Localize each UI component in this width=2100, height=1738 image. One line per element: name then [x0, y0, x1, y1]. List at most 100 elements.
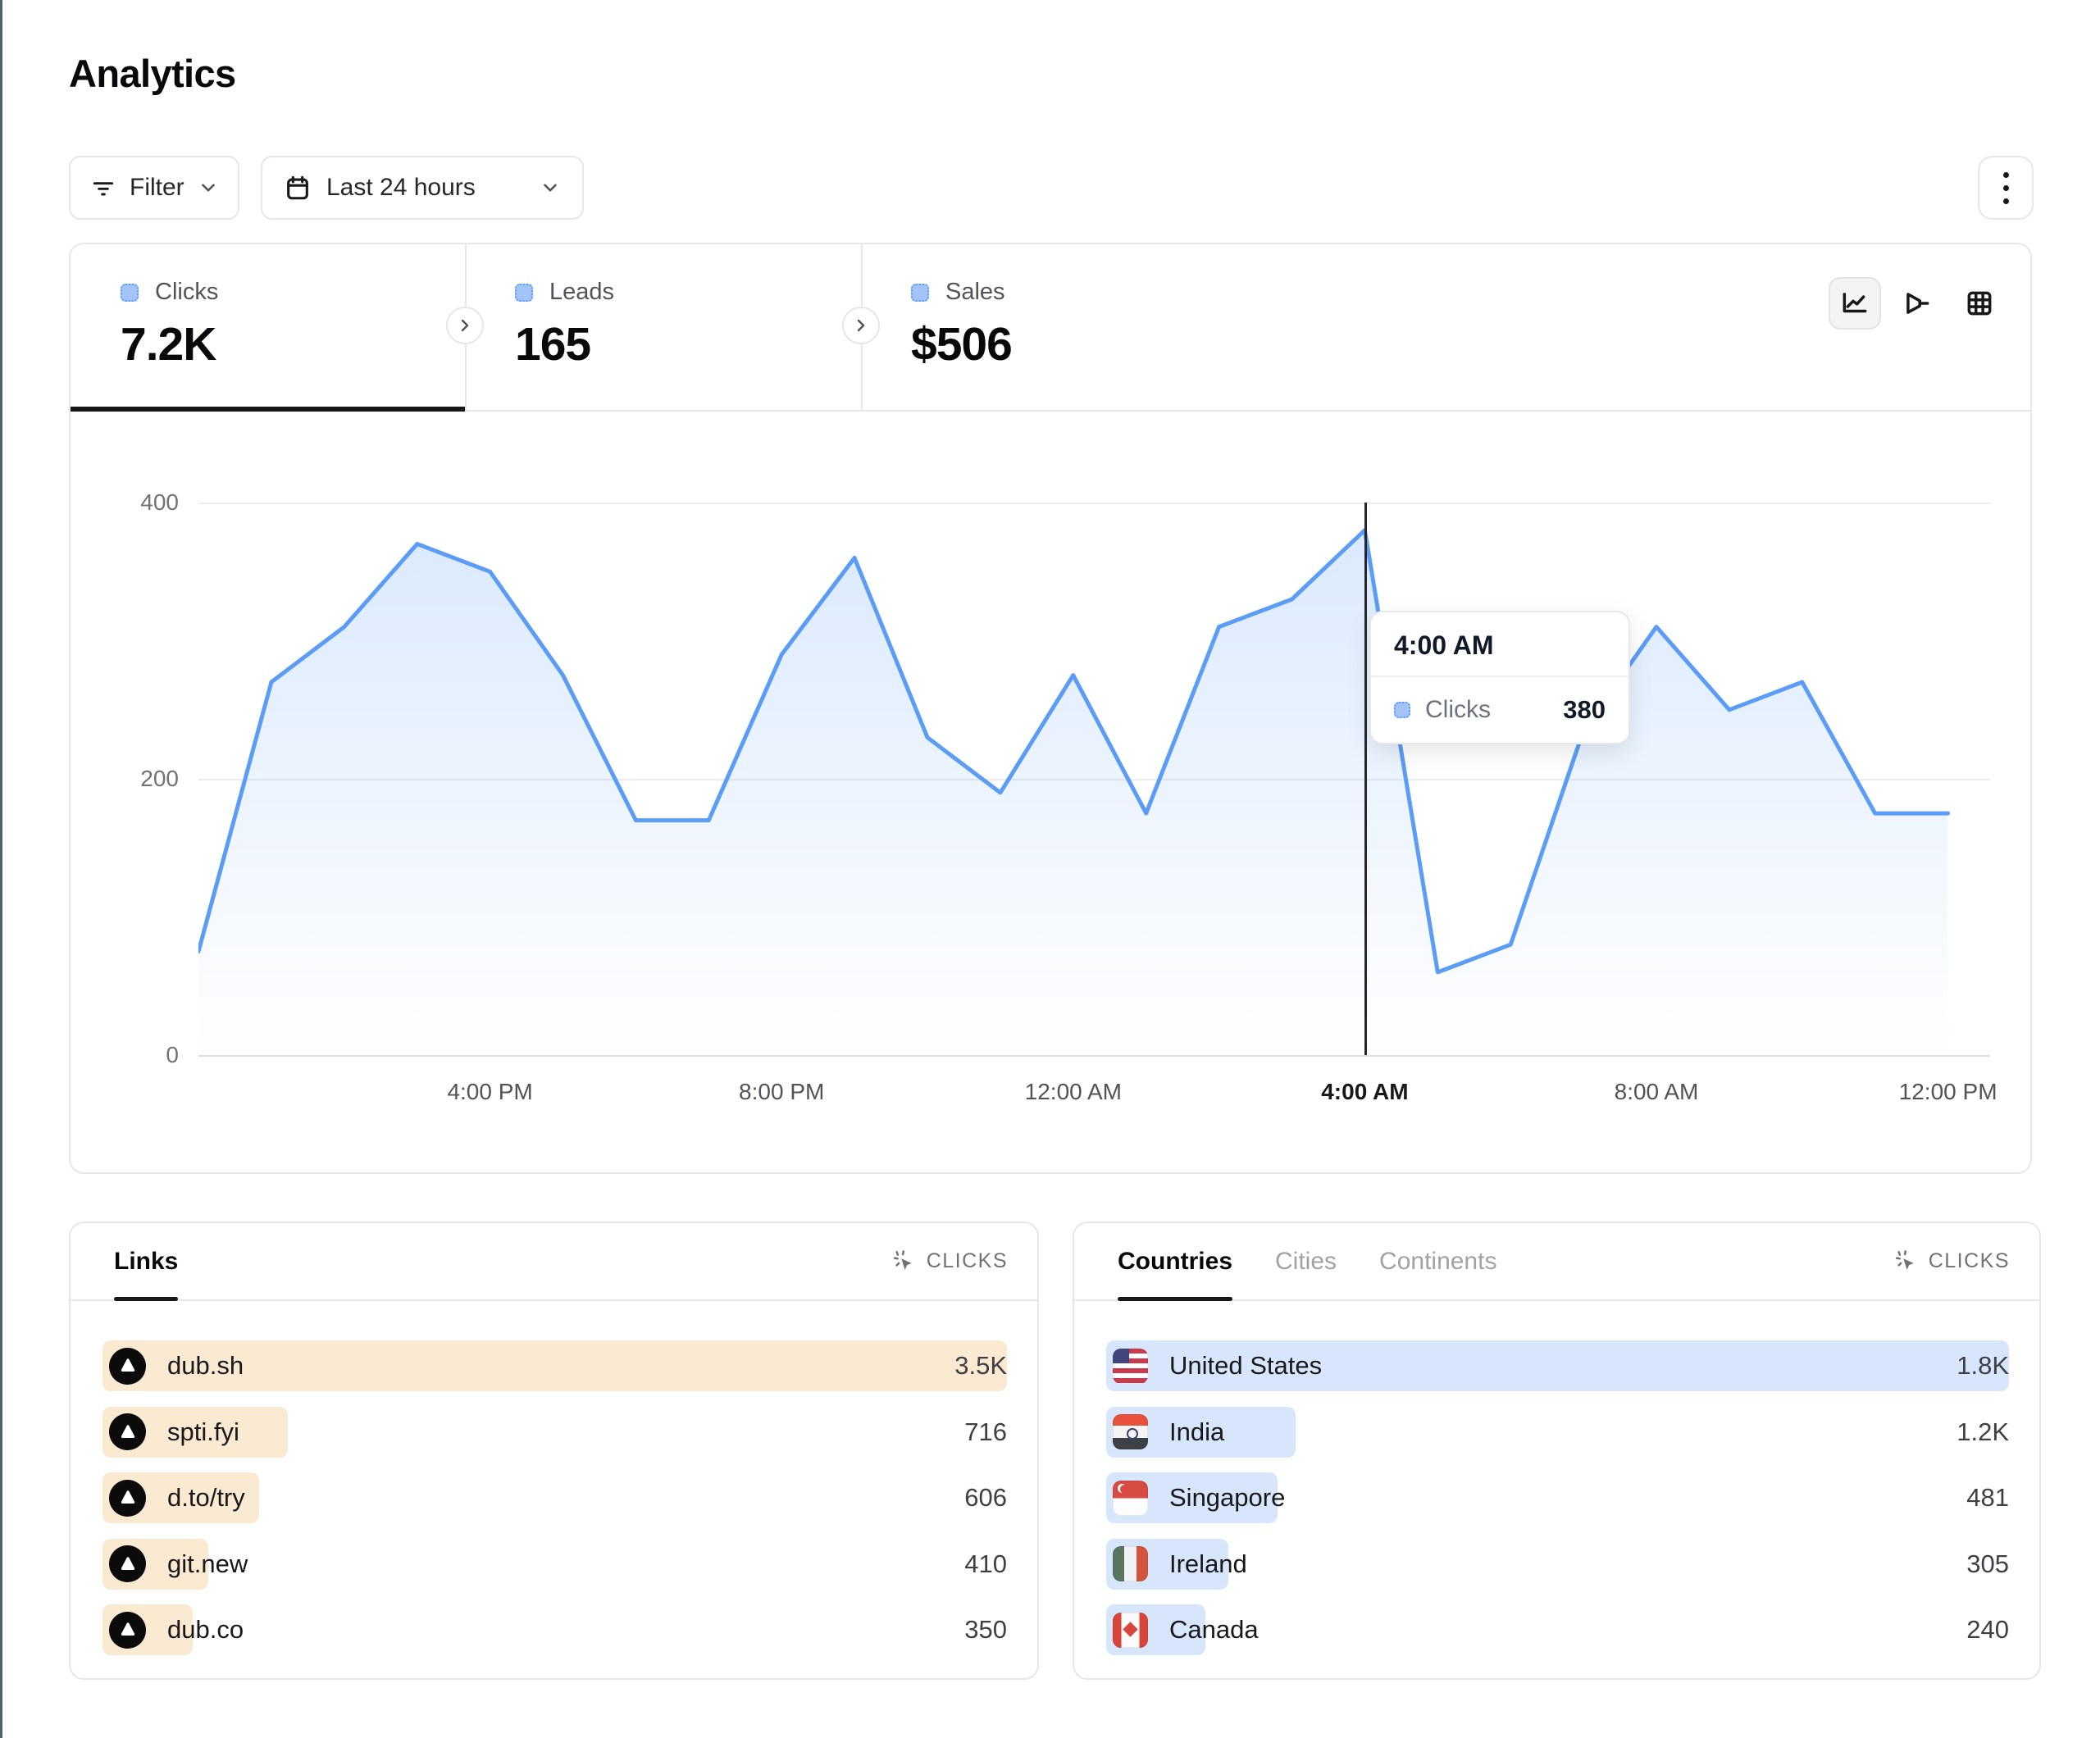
row-value: 1.2K	[1957, 1407, 2009, 1458]
list-item-dub-sh[interactable]: dub.sh 3.5K	[102, 1340, 1007, 1391]
stat-tab-clicks[interactable]: Clicks7.2K	[71, 244, 465, 412]
x-axis-label: 12:00 AM	[1025, 1079, 1122, 1105]
stat-label: Leads	[549, 279, 614, 306]
chart-type-toggle-group	[1829, 277, 2006, 330]
row-value: 350	[964, 1604, 1007, 1655]
more-options-button[interactable]	[1978, 156, 2034, 220]
line-chart-toggle-button[interactable]	[1829, 277, 1881, 330]
grid-table-icon	[1964, 288, 1995, 319]
row-value: 3.5K	[954, 1340, 1007, 1391]
dub-logo-icon	[109, 1612, 146, 1649]
tooltip-time: 4:00 AM	[1371, 612, 1629, 677]
row-value: 1.8K	[1957, 1340, 2009, 1391]
row-value: 606	[964, 1472, 1007, 1523]
dub-logo-icon	[109, 1480, 146, 1517]
row-value: 481	[1966, 1472, 2009, 1523]
x-axis-label: 12:00 PM	[1899, 1079, 1998, 1105]
funnel-chart-toggle-button[interactable]	[1891, 277, 1943, 330]
row-label: spti.fyi	[167, 1417, 239, 1447]
row-value: 716	[964, 1407, 1007, 1458]
stat-value: 165	[515, 317, 861, 371]
tab-links-label: Links	[114, 1248, 178, 1276]
countries-panel-header: Countries Cities Continents CLICKS	[1074, 1223, 2039, 1301]
filter-button[interactable]: Filter	[69, 156, 239, 220]
links-panel-header: Links CLICKS	[71, 1223, 1037, 1301]
analytics-page: Analytics Filter Last 24 hours	[0, 0, 2100, 1738]
row-label: dub.co	[167, 1615, 244, 1645]
tab-cities[interactable]: Cities	[1275, 1223, 1337, 1299]
dub-logo-icon	[109, 1413, 146, 1450]
list-item-dub-co[interactable]: dub.co 350	[102, 1604, 1007, 1655]
clicks-legend-swatch	[121, 284, 139, 302]
window-edge-strip	[0, 0, 2, 1738]
x-axis-label: 4:00 PM	[447, 1079, 532, 1105]
list-item-united-states[interactable]: United States1.8K	[1106, 1340, 2009, 1391]
tab-label: Continents	[1379, 1248, 1496, 1276]
y-axis-label: 200	[105, 766, 179, 792]
date-range-button[interactable]: Last 24 hours	[261, 156, 584, 220]
filter-button-label: Filter	[130, 174, 184, 202]
list-item-ireland[interactable]: Ireland305	[1106, 1539, 2009, 1590]
flag-ca-icon	[1113, 1613, 1148, 1648]
stat-value: $506	[911, 317, 1353, 371]
row-label: Singapore	[1169, 1483, 1285, 1513]
list-item-d-to-try[interactable]: d.to/try 606	[102, 1472, 1007, 1523]
chevron-right-icon	[455, 316, 475, 335]
tooltip-series-label: Clicks	[1425, 696, 1491, 724]
list-item-git-new[interactable]: git.new410	[102, 1539, 1007, 1590]
clicks-legend-swatch	[1394, 702, 1410, 718]
tab-countries[interactable]: Countries	[1118, 1223, 1232, 1299]
list-item-india[interactable]: India 1.2K	[1106, 1407, 2009, 1458]
row-label: dub.sh	[167, 1351, 244, 1381]
list-item-singapore[interactable]: Singapore 481	[1106, 1472, 2009, 1523]
analytics-chart-card: Clicks7.2K Leads 165 Sales $506 4:00 AM Clic…	[69, 243, 2032, 1174]
clicks-timeseries-chart[interactable]: 4:00 AM Clicks 380 02004004:00 PM8:00 PM…	[71, 412, 2030, 1174]
tooltip-series-row: Clicks 380	[1371, 677, 1629, 743]
countries-panel: Countries Cities Continents CLICKS United …	[1073, 1222, 2041, 1680]
stat-tab-leads[interactable]: Leads 165	[465, 244, 861, 412]
funnel-chart-icon	[1902, 288, 1933, 319]
kebab-dot	[2003, 198, 2009, 204]
leads-legend-swatch	[515, 284, 533, 302]
chevron-right-icon	[851, 316, 871, 335]
chart-crosshair	[1364, 503, 1367, 1055]
row-label: d.to/try	[167, 1483, 245, 1513]
kebab-dot	[2003, 172, 2009, 178]
chevron-down-icon	[198, 177, 219, 198]
links-metric-label: CLICKS	[927, 1249, 1008, 1273]
x-axis-label: 8:00 PM	[739, 1079, 824, 1105]
row-value: 240	[1966, 1604, 2009, 1655]
chevron-down-icon	[540, 177, 561, 198]
stat-label: Sales	[945, 279, 1005, 306]
flag-ie-icon	[1113, 1546, 1148, 1581]
links-metric-selector[interactable]: CLICKS	[892, 1249, 1008, 1274]
flag-us-icon	[1113, 1349, 1148, 1384]
tab-continents[interactable]: Continents	[1379, 1223, 1496, 1299]
row-label: India	[1169, 1417, 1224, 1447]
row-label: Ireland	[1169, 1549, 1247, 1579]
cursor-click-icon	[1894, 1249, 1919, 1274]
cursor-click-icon	[892, 1249, 917, 1274]
flag-sg-icon	[1113, 1481, 1148, 1516]
y-axis-label: 0	[105, 1042, 179, 1068]
table-toggle-button[interactable]	[1953, 277, 2006, 330]
row-label: Canada	[1169, 1615, 1259, 1645]
stat-label: Clicks	[155, 279, 218, 306]
countries-metric-selector[interactable]: CLICKS	[1894, 1249, 2010, 1274]
stat-tab-sales[interactable]: Sales $506	[861, 244, 1353, 412]
line-chart-icon	[1839, 288, 1870, 319]
tab-label: Cities	[1275, 1248, 1337, 1276]
countries-metric-label: CLICKS	[1929, 1249, 2010, 1273]
list-item-spti-fyi[interactable]: spti.fyi 716	[102, 1407, 1007, 1458]
calendar-icon	[284, 174, 312, 202]
flag-in-icon	[1113, 1414, 1148, 1449]
tab-links[interactable]: Links	[114, 1223, 178, 1299]
expand-stat-button[interactable]	[842, 307, 880, 344]
list-item-canada[interactable]: Canada 240	[1106, 1604, 2009, 1655]
sales-legend-swatch	[911, 284, 929, 302]
date-range-label: Last 24 hours	[326, 174, 476, 202]
chart-tooltip: 4:00 AM Clicks 380	[1369, 611, 1630, 744]
expand-stat-button[interactable]	[446, 307, 484, 344]
links-panel: Links CLICKS dub.sh 3.5K spti.fyi 716 d.to/t…	[69, 1222, 1039, 1680]
kebab-dot	[2003, 185, 2009, 191]
